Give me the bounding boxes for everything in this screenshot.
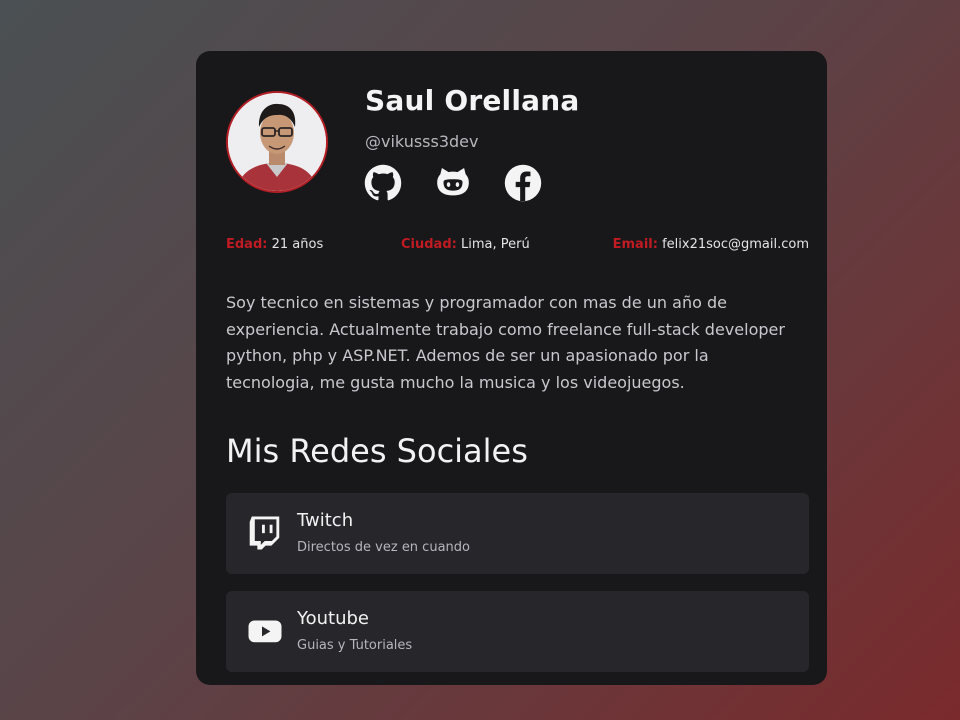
info-email-label: Email: xyxy=(612,237,658,252)
info-city-label: Ciudad: xyxy=(401,237,457,252)
avatar xyxy=(226,91,328,193)
social-card-title: Twitch xyxy=(297,510,354,531)
social-card-subtitle: Directos de vez en cuando xyxy=(297,540,470,555)
info-age-value: 21 años xyxy=(271,237,324,252)
info-city-value: Lima, Perú xyxy=(460,237,530,252)
info-age: Edad: 21 años xyxy=(226,237,323,252)
github-icon[interactable] xyxy=(364,164,402,202)
github-octocat-icon[interactable] xyxy=(434,164,472,202)
profile-handle: @vikusss3dev xyxy=(365,132,479,151)
bio-text: Soy tecnico en sistemas y programador co… xyxy=(226,293,785,392)
info-email: Email: felix21soc@gmail.com xyxy=(613,237,809,252)
profile-social-icons xyxy=(364,164,542,202)
profile-card: Saul Orellana @vikusss3dev Edad: 21 años… xyxy=(196,51,827,685)
info-city: Ciudad: Lima, Perú xyxy=(401,237,530,252)
social-card-twitch[interactable]: Twitch Directos de vez en cuando xyxy=(226,493,809,574)
social-card-youtube[interactable]: Youtube Guias y Tutoriales xyxy=(226,591,809,672)
facebook-icon[interactable] xyxy=(504,164,542,202)
profile-name: Saul Orellana xyxy=(365,84,580,117)
info-age-label: Edad: xyxy=(226,237,268,252)
avatar-photo xyxy=(228,93,326,191)
social-card-subtitle: Guias y Tutoriales xyxy=(297,638,413,653)
social-section-title: Mis Redes Sociales xyxy=(226,432,528,470)
twitch-icon xyxy=(249,516,280,550)
social-card-title: Youtube xyxy=(297,608,369,629)
info-email-value[interactable]: felix21soc@gmail.com xyxy=(662,237,809,252)
youtube-icon xyxy=(248,620,282,643)
